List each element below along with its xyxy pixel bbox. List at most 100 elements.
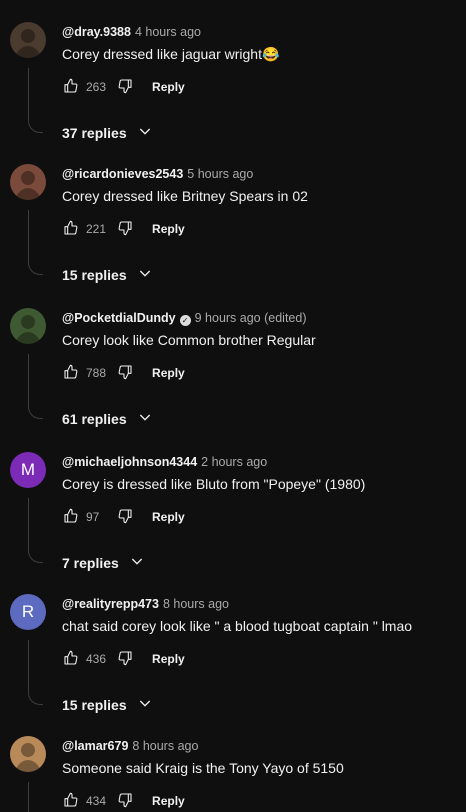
comment-actions: 263 Reply — [62, 77, 185, 97]
comment-text: Corey dressed like Britney Spears in 02 — [62, 188, 308, 204]
comment-text: Someone said Kraig is the Tony Yayo of 5… — [62, 760, 344, 776]
chevron-down-icon — [127, 265, 153, 284]
comment-text: Corey look like Common brother Regular — [62, 332, 316, 348]
avatar[interactable] — [10, 22, 46, 58]
comment-actions: 788 Reply — [62, 363, 185, 383]
thread-line — [28, 68, 29, 118]
comment-time[interactable]: 8 hours ago — [163, 597, 229, 611]
comment-text: Corey dressed like jaguar wright😂 — [62, 46, 280, 62]
author-name[interactable]: @realityrepp473 — [62, 597, 159, 611]
thumbs-up-icon — [63, 650, 79, 669]
reply-button[interactable]: Reply — [152, 794, 185, 808]
avatar[interactable] — [10, 736, 46, 772]
view-replies-button[interactable]: 7 replies — [62, 553, 145, 572]
like-count: 97 — [86, 510, 100, 524]
like-button[interactable] — [62, 508, 80, 526]
author-name[interactable]: @lamar679 — [62, 739, 128, 753]
chevron-down-icon — [119, 553, 145, 572]
comment-actions: 221 Reply — [62, 219, 185, 239]
author-name[interactable]: @PocketdialDundy — [62, 311, 176, 325]
replies-count-label: 7 replies — [62, 554, 119, 571]
chevron-down-icon — [127, 123, 153, 142]
thumbs-up-icon — [63, 792, 79, 811]
thumbs-down-icon — [117, 220, 133, 239]
thumbs-up-icon — [63, 220, 79, 239]
author-name[interactable]: @michaeljohnson4344 — [62, 455, 197, 469]
like-button[interactable] — [62, 220, 80, 238]
view-replies-button[interactable]: 37 replies — [62, 123, 153, 142]
reply-button[interactable]: Reply — [152, 652, 185, 666]
comment-time[interactable]: 4 hours ago — [135, 25, 201, 39]
thread-line — [28, 498, 29, 548]
thread-line — [28, 210, 29, 260]
thread-curve — [28, 404, 43, 419]
avatar-letter: M — [20, 460, 36, 479]
comment-time[interactable]: 9 hours ago (edited) — [195, 311, 307, 325]
thread-curve — [28, 118, 43, 133]
like-count: 434 — [86, 794, 107, 808]
dislike-button[interactable] — [116, 650, 134, 668]
replies-count-label: 15 replies — [62, 266, 127, 283]
avatar-photo-icon — [15, 29, 41, 58]
thumbs-down-icon — [117, 364, 133, 383]
like-button[interactable] — [62, 364, 80, 382]
view-replies-button[interactable]: 15 replies — [62, 695, 153, 714]
thread-line — [28, 640, 29, 690]
avatar-photo-icon — [15, 315, 41, 344]
comment-text: Corey is dressed like Bluto from "Popeye… — [62, 476, 366, 492]
dislike-button[interactable] — [116, 364, 134, 382]
avatar[interactable] — [10, 308, 46, 344]
comment-header: @PocketdialDundy ✓ 9 hours ago (edited) — [62, 311, 307, 326]
view-replies-button[interactable]: 61 replies — [62, 409, 153, 428]
replies-count-label: 15 replies — [62, 696, 127, 713]
comment-header: @michaeljohnson4344 2 hours ago — [62, 455, 267, 469]
thumbs-down-icon — [117, 650, 133, 669]
comment-time[interactable]: 5 hours ago — [187, 167, 253, 181]
reply-button[interactable]: Reply — [152, 222, 185, 236]
comment-actions: 434 Reply — [62, 791, 185, 811]
avatar-photo-icon — [15, 171, 41, 200]
avatar[interactable]: R — [10, 594, 46, 630]
comment-header: @dray.9388 4 hours ago — [62, 25, 201, 39]
thumbs-down-icon — [117, 78, 133, 97]
like-count: 436 — [86, 652, 107, 666]
thread-line — [28, 354, 29, 404]
avatar-letter: R — [21, 602, 35, 621]
like-count: 788 — [86, 366, 107, 380]
comment-time[interactable]: 2 hours ago — [201, 455, 267, 469]
avatar-photo-icon — [15, 743, 41, 772]
avatar[interactable]: M — [10, 452, 46, 488]
comment-time[interactable]: 8 hours ago — [132, 739, 198, 753]
thread-curve — [28, 690, 43, 705]
like-button[interactable] — [62, 792, 80, 810]
dislike-button[interactable] — [116, 508, 134, 526]
dislike-button[interactable] — [116, 78, 134, 96]
thread-curve — [28, 260, 43, 275]
like-button[interactable] — [62, 650, 80, 668]
author-name[interactable]: @ricardonieves2543 — [62, 167, 183, 181]
like-count: 221 — [86, 222, 107, 236]
view-replies-button[interactable]: 15 replies — [62, 265, 153, 284]
reply-button[interactable]: Reply — [152, 366, 185, 380]
chevron-down-icon — [127, 409, 153, 428]
thumbs-up-icon — [63, 78, 79, 97]
like-button[interactable] — [62, 78, 80, 96]
verified-check-icon: ✓ — [179, 315, 191, 326]
author-name[interactable]: @dray.9388 — [62, 25, 131, 39]
dislike-button[interactable] — [116, 220, 134, 238]
thumbs-up-icon — [63, 508, 79, 527]
thread-curve — [28, 548, 43, 563]
comment-actions: 436 Reply — [62, 649, 185, 669]
comment-text: chat said corey look like " a blood tugb… — [62, 618, 413, 634]
comment-header: @ricardonieves2543 5 hours ago — [62, 167, 253, 181]
comment-header: @realityrepp473 8 hours ago — [62, 597, 229, 611]
dislike-button[interactable] — [116, 792, 134, 810]
thumbs-down-icon — [117, 508, 133, 527]
avatar[interactable] — [10, 164, 46, 200]
replies-count-label: 61 replies — [62, 410, 127, 427]
comment-actions: 97 Reply — [62, 507, 185, 527]
reply-button[interactable]: Reply — [152, 80, 185, 94]
comment-header: @lamar679 8 hours ago — [62, 739, 198, 753]
reply-button[interactable]: Reply — [152, 510, 185, 524]
thumbs-down-icon — [117, 792, 133, 811]
